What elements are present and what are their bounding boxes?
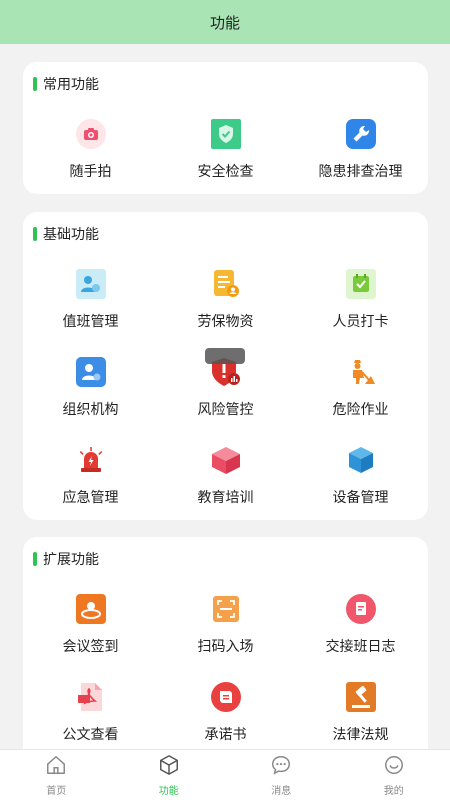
function-label: 会议签到 [62, 639, 119, 655]
pdf-document-icon [75, 681, 107, 713]
function-item-equipment-management[interactable]: 设备管理 [293, 444, 428, 532]
tab-profile[interactable]: 我的 [338, 750, 450, 800]
extended-functions-card: 扩展功能 会议签到 扫码入场 交接班日志 公文查看 承诺书 法律法规 [23, 537, 428, 749]
equipment-cube-icon [345, 444, 377, 476]
function-label: 安全检查 [197, 164, 254, 180]
function-item-organization[interactable]: 组织机构 [23, 356, 158, 444]
function-item-safety-inspection[interactable]: 安全检查 [158, 118, 293, 206]
function-item-shift-log[interactable]: 交接班日志 [293, 593, 428, 681]
function-label: 风险管控 [197, 402, 254, 418]
scan-qr-icon [210, 593, 242, 625]
organization-icon [75, 356, 107, 388]
profile-smile-icon [383, 754, 405, 780]
bottom-tab-bar: 首页 功能 消息 我的 [0, 749, 450, 800]
function-label: 法律法规 [332, 727, 389, 743]
function-label: 设备管理 [332, 490, 389, 506]
tab-label: 我的 [383, 785, 404, 797]
function-cube-icon [158, 754, 180, 780]
camera-icon [75, 118, 107, 150]
function-item-snapshot[interactable]: 随手拍 [23, 118, 158, 206]
function-item-staff-checkin[interactable]: 人员打卡 [293, 268, 428, 356]
function-label: 教育培训 [197, 490, 254, 506]
page-title: 功能 [209, 13, 240, 32]
section-accent-bar [33, 227, 37, 241]
tab-label: 功能 [158, 785, 179, 797]
wrench-icon [345, 118, 377, 150]
function-item-laws-regulations[interactable]: 法律法规 [293, 681, 428, 749]
function-label: 应急管理 [62, 490, 119, 506]
function-label: 组织机构 [62, 402, 119, 418]
section-title-text: 常用功能 [43, 77, 99, 93]
function-label: 劳保物资 [197, 314, 254, 330]
function-label: 承诺书 [204, 727, 247, 743]
education-box-icon [210, 444, 242, 476]
function-item-hazard-governance[interactable]: 隐患排查治理 [293, 118, 428, 206]
function-item-hazardous-work[interactable]: 危险作业 [293, 356, 428, 444]
function-item-education-training[interactable]: 教育培训 [158, 444, 293, 532]
shift-log-icon [345, 593, 377, 625]
press-tooltip-overlay [205, 348, 245, 364]
tab-label: 首页 [46, 785, 67, 797]
section-title-text: 基础功能 [43, 227, 99, 243]
basic-functions-card: 基础功能 值班管理 劳保物资 人员打卡 组织机构 风险管控 危险作业 应急管理 … [23, 212, 428, 520]
section-title: 常用功能 [33, 76, 99, 93]
function-item-meeting-checkin[interactable]: 会议签到 [23, 593, 158, 681]
function-item-commitment-letter[interactable]: 承诺书 [158, 681, 293, 749]
function-item-document-viewer[interactable]: 公文查看 [23, 681, 158, 749]
tab-messages[interactable]: 消息 [225, 750, 338, 800]
function-label: 随手拍 [69, 164, 112, 180]
common-functions-card: 常用功能 随手拍 安全检查 隐患排查治理 [23, 62, 428, 194]
message-icon [270, 754, 292, 780]
function-label: 危险作业 [332, 402, 389, 418]
function-label: 值班管理 [62, 314, 119, 330]
supplies-document-icon [210, 268, 242, 300]
top-bar: 功能 [0, 0, 450, 44]
section-accent-bar [33, 552, 37, 566]
check-in-icon [345, 268, 377, 300]
function-label: 公文查看 [62, 727, 119, 743]
function-label: 扫码入场 [197, 639, 254, 655]
function-label: 隐患排查治理 [318, 164, 403, 180]
function-label: 人员打卡 [332, 314, 389, 330]
function-label: 交接班日志 [325, 639, 396, 655]
home-icon [45, 754, 67, 780]
function-item-duty-management[interactable]: 值班管理 [23, 268, 158, 356]
section-accent-bar [33, 77, 37, 91]
section-title-text: 扩展功能 [43, 552, 99, 568]
tab-home[interactable]: 首页 [0, 750, 113, 800]
function-item-labor-supplies[interactable]: 劳保物资 [158, 268, 293, 356]
shield-check-icon [210, 118, 242, 150]
content-area[interactable]: 常用功能 随手拍 安全检查 隐患排查治理 基础功能 值班管理 劳保物资 人员打卡… [0, 44, 450, 749]
law-gavel-icon [345, 681, 377, 713]
emergency-alarm-icon [75, 444, 107, 476]
function-item-emergency-management[interactable]: 应急管理 [23, 444, 158, 532]
meeting-checkin-icon [75, 593, 107, 625]
function-item-scan-entry[interactable]: 扫码入场 [158, 593, 293, 681]
tab-label: 消息 [271, 785, 292, 797]
commitment-book-icon [210, 681, 242, 713]
function-item-risk-control[interactable]: 风险管控 [158, 356, 293, 444]
duty-users-icon [75, 268, 107, 300]
tab-functions[interactable]: 功能 [113, 750, 226, 800]
hazard-worker-icon [345, 356, 377, 388]
section-title: 基础功能 [33, 226, 99, 243]
section-title: 扩展功能 [33, 551, 99, 568]
